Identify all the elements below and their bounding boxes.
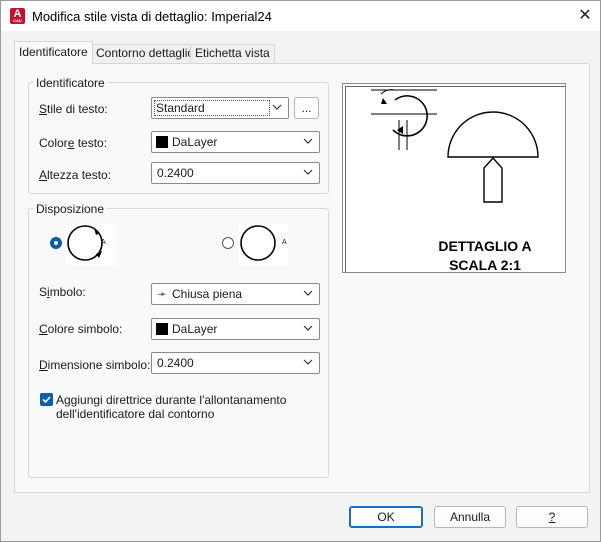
tab-etichetta-vista[interactable]: Etichetta vista: [190, 44, 275, 63]
identifier-group-title: Identificatore: [33, 76, 108, 90]
color-swatch: [156, 136, 168, 148]
leader-arrow-symbol-icon: [66, 224, 116, 266]
text-style-browse-button[interactable]: ...: [294, 97, 319, 119]
symbol-select[interactable]: ➛ Chiusa piena: [151, 283, 320, 305]
tab-identificatore[interactable]: Identificatore: [14, 41, 93, 65]
cancel-button[interactable]: Annulla: [434, 506, 506, 528]
symbol-value: Chiusa piena: [172, 287, 243, 301]
preview-detail-title: DETTAGLIO A: [438, 238, 532, 254]
autocad-logo-icon: A CAD: [10, 8, 25, 24]
text-style-select[interactable]: Standard: [151, 97, 289, 119]
text-color-value: DaLayer: [172, 135, 218, 149]
leader-checkbox-label[interactable]: Aggiungi direttrice durante l'allontanam…: [56, 393, 286, 421]
symbol-size-select[interactable]: 0.2400: [151, 352, 320, 374]
tab-contorno-dettaglio[interactable]: Contorno dettaglio: [91, 44, 200, 63]
preview-scale-label: SCALA 2:1: [449, 257, 521, 273]
leader-checkbox[interactable]: [40, 393, 53, 406]
window-title: Modifica stile vista di dettaglio: Imper…: [32, 9, 272, 24]
layout-option-2-radio[interactable]: [222, 237, 234, 249]
text-height-value: 0.2400: [157, 166, 194, 180]
text-style-label: Stile di testo:: [39, 102, 108, 116]
symbol-letter-1: A: [101, 239, 106, 246]
chevron-down-icon: [303, 325, 313, 331]
text-style-value: Standard: [154, 100, 270, 116]
chevron-down-icon: [303, 138, 313, 144]
title-bar[interactable]: A CAD Modifica stile vista di dettaglio:…: [1, 1, 600, 31]
ok-button[interactable]: OK: [349, 506, 423, 528]
chevron-down-icon: [303, 169, 313, 175]
tab-panel: Identificatore Stile di testo: Standard …: [14, 64, 590, 493]
help-button[interactable]: ?: [516, 506, 588, 528]
text-height-label: Altezza testo:: [39, 168, 112, 182]
text-color-select[interactable]: DaLayer: [151, 131, 320, 153]
layout-group-title: Disposizione: [33, 202, 108, 216]
chevron-down-icon: [303, 359, 313, 365]
leader-checkbox-line2: dell'identificatore dal contorno: [56, 407, 215, 421]
leader-checkbox-line1: Aggiungi direttrice durante l'allontanam…: [56, 393, 287, 407]
symbol-color-label: Colore simbolo:: [39, 322, 123, 336]
layout-option-1-radio[interactable]: [50, 237, 62, 249]
symbol-size-value: 0.2400: [157, 356, 194, 370]
chevron-down-icon: [303, 290, 313, 296]
app-icon-sub: CAD: [13, 18, 22, 23]
symbol-label: Simbolo:: [39, 285, 86, 299]
symbol-color-value: DaLayer: [172, 322, 218, 336]
text-color-label: Colore testo:: [39, 136, 108, 150]
symbol-size-label: Dimensione simbolo:: [39, 358, 151, 372]
circle-symbol-icon: [238, 224, 288, 266]
color-swatch: [156, 323, 168, 335]
arrow-glyph-icon: ➛: [157, 287, 168, 301]
close-icon[interactable]: ✕: [574, 5, 596, 27]
dialog-window: A CAD Modifica stile vista di dettaglio:…: [0, 0, 601, 542]
checkmark-icon: [42, 396, 51, 404]
detail-view-preview: DETTAGLIO A SCALA 2:1: [342, 83, 566, 273]
chevron-down-icon: [272, 104, 282, 110]
text-height-select[interactable]: 0.2400: [151, 162, 320, 184]
symbol-letter-2: A: [282, 239, 287, 246]
symbol-color-select[interactable]: DaLayer: [151, 318, 320, 340]
